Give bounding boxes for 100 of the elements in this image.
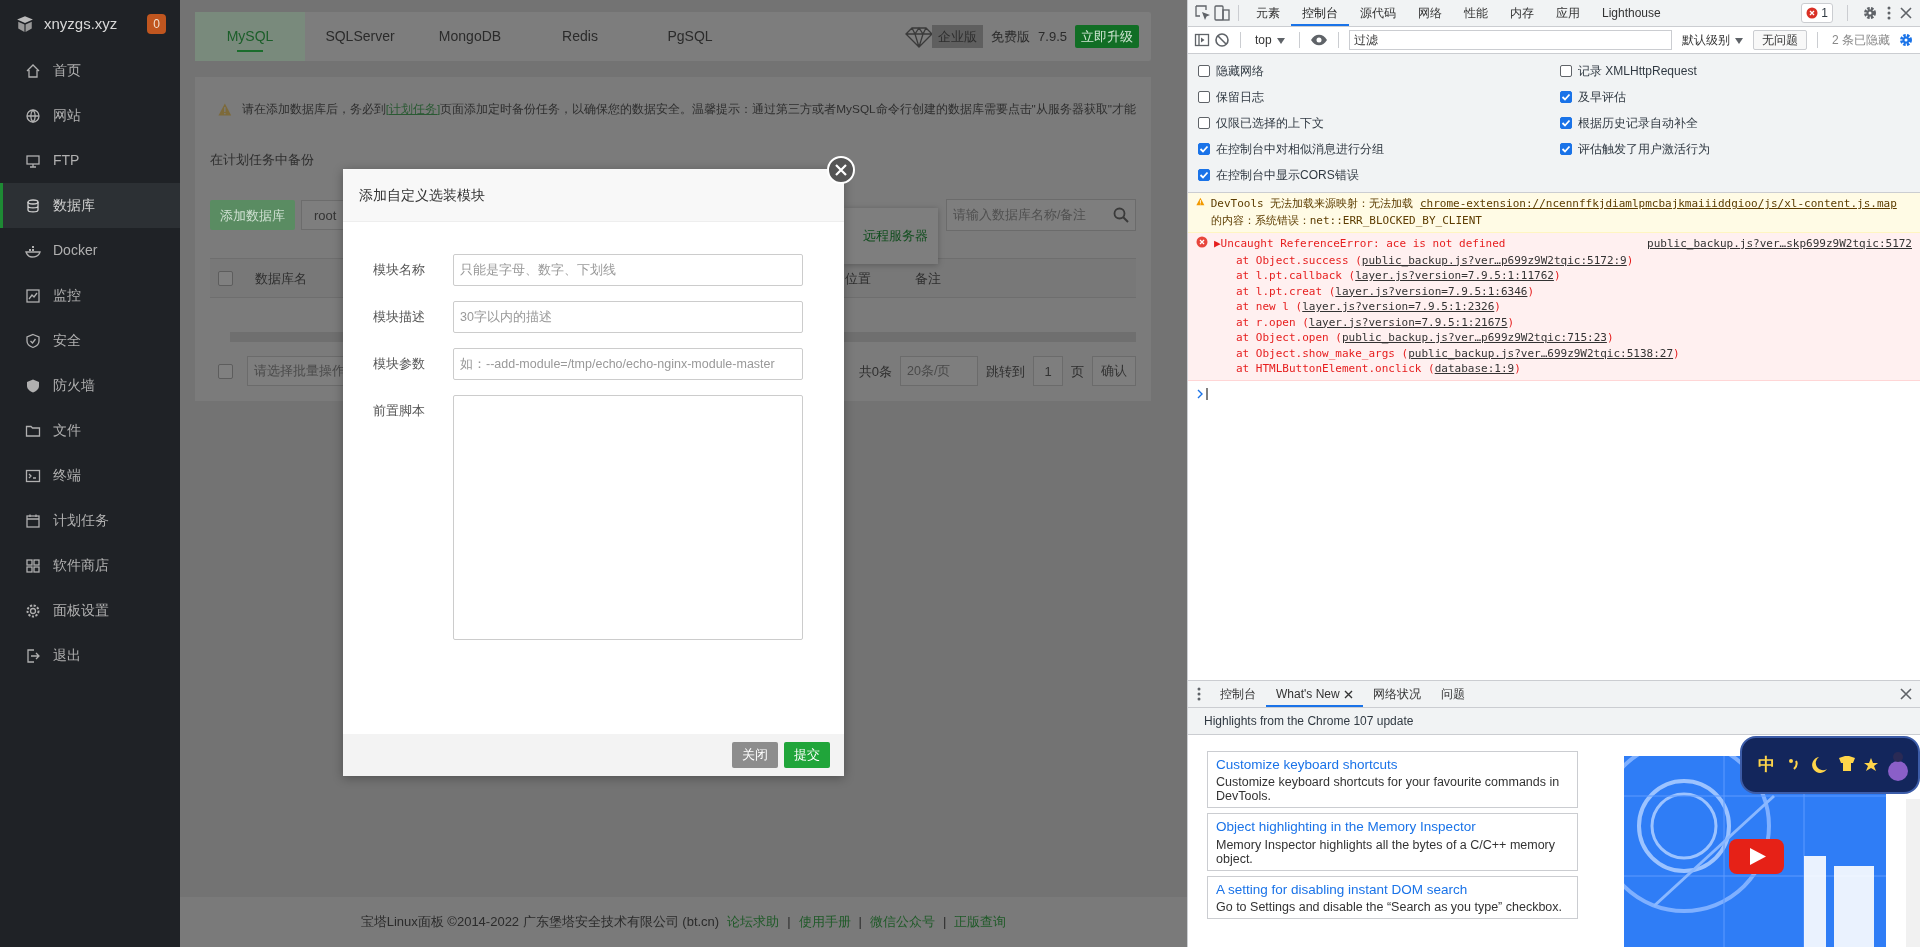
backup-label: 在计划任务中备份 bbox=[210, 152, 314, 167]
close-icon[interactable] bbox=[1343, 689, 1353, 699]
feature-link[interactable]: A setting for disabling instant DOM search bbox=[1216, 879, 1569, 900]
checkbox-label: 在控制台中显示CORS错误 bbox=[1216, 167, 1359, 184]
issues-button[interactable]: 无问题 bbox=[1753, 30, 1807, 50]
monitor-icon bbox=[25, 152, 41, 169]
source-link[interactable]: public_backup.js?ver…699z9W2tqic:5138:27 bbox=[1408, 346, 1674, 360]
sidebar-item[interactable]: 面板设置 bbox=[0, 588, 180, 633]
stack-line: at l.pt.callback (layer.js?version=7.9.5:1:11762) bbox=[1235, 268, 1562, 284]
database-tab[interactable]: PgSQL bbox=[635, 12, 745, 61]
sidebar-item[interactable]: FTP bbox=[0, 138, 180, 183]
source-link[interactable]: public_backup.js?ver…skp699z9W2tqic:5172 bbox=[1647, 236, 1912, 253]
select-all-checkbox[interactable] bbox=[218, 270, 233, 286]
clear-icon[interactable] bbox=[1214, 32, 1230, 48]
source-link[interactable]: layer.js?version=7.9.5:1:6346 bbox=[1335, 284, 1528, 298]
field-label: 前置脚本 bbox=[372, 402, 426, 420]
source-link[interactable]: layer.js?version=7.9.5:1:11762 bbox=[1355, 269, 1554, 282]
inspect-icon[interactable] bbox=[1194, 4, 1212, 22]
settings-icon[interactable] bbox=[1862, 5, 1878, 21]
input-field[interactable]: 只能是字母、数字、下划线 bbox=[453, 254, 803, 286]
checkbox[interactable] bbox=[1560, 143, 1572, 155]
source-link[interactable]: database:1:9 bbox=[1434, 362, 1515, 375]
sidebar-item[interactable]: 终端 bbox=[0, 453, 180, 498]
error-count: 1 bbox=[1821, 5, 1828, 22]
checkbox-label: 根据历史记录自动补全 bbox=[1578, 115, 1698, 132]
devtools-tab[interactable]: 内存 bbox=[1499, 0, 1545, 26]
drawer-tab[interactable]: 控制台 bbox=[1210, 681, 1266, 707]
feature-link[interactable]: Object highlighting in the Memory Inspector bbox=[1216, 817, 1569, 838]
sidebar-item[interactable]: 首页 bbox=[0, 48, 180, 93]
prompt-icon[interactable] bbox=[1196, 388, 1210, 401]
database-tab[interactable]: MongoDB bbox=[415, 12, 525, 61]
sidebar-item[interactable]: 防火墙 bbox=[0, 363, 180, 408]
input-field[interactable]: 30字以内的描述 bbox=[453, 301, 803, 333]
logo-icon bbox=[16, 15, 34, 33]
sidebar-item[interactable]: 监控 bbox=[0, 273, 180, 318]
sidebar-item[interactable]: 数据库 bbox=[0, 183, 180, 228]
source-link[interactable]: public_backup.js?ver…p699z9W2tqic:715:23 bbox=[1341, 331, 1607, 344]
checkbox[interactable] bbox=[1560, 65, 1572, 77]
devtools-tab[interactable]: 应用 bbox=[1545, 0, 1591, 26]
dialog-title: 添加自定义选装模块 bbox=[359, 185, 485, 205]
close-icon[interactable] bbox=[1900, 7, 1912, 19]
devtools-tab[interactable]: 控制台 bbox=[1291, 0, 1349, 26]
devtools-tab[interactable]: 元素 bbox=[1245, 0, 1291, 26]
database-tab[interactable]: SQLServer bbox=[305, 12, 415, 61]
warning-icon bbox=[218, 103, 232, 117]
checkbox[interactable] bbox=[1560, 117, 1572, 129]
grid-icon bbox=[25, 557, 41, 574]
sidebar-item[interactable]: 网站 bbox=[0, 93, 180, 138]
sidebar-item[interactable]: 安全 bbox=[0, 318, 180, 363]
jump-label: 跳转到 bbox=[986, 362, 1025, 381]
source-link[interactable]: layer.js?version=7.9.5:1:2326 bbox=[1302, 300, 1495, 313]
sidebar-item[interactable]: 文件 bbox=[0, 408, 180, 453]
database-icon bbox=[25, 197, 41, 214]
devtools-tab[interactable]: 网络 bbox=[1407, 0, 1453, 26]
devtools-tab[interactable]: 源代码 bbox=[1349, 0, 1407, 26]
source-link[interactable]: layer.js?version=7.9.5:1:21675 bbox=[1308, 315, 1508, 329]
eye-icon[interactable] bbox=[1309, 34, 1328, 46]
drawer-tab[interactable]: 问题 bbox=[1430, 681, 1475, 707]
site-name: xnyzgs.xyz bbox=[44, 13, 118, 34]
page-unit: 页 bbox=[1071, 362, 1084, 381]
sidebar-item[interactable]: 退出 bbox=[0, 633, 180, 678]
diamond-icon bbox=[904, 25, 935, 48]
checkbox[interactable] bbox=[1560, 91, 1572, 103]
close-icon[interactable] bbox=[1900, 688, 1912, 700]
level-select[interactable]: 默认级别 bbox=[1676, 30, 1749, 50]
more-icon[interactable] bbox=[1886, 5, 1892, 21]
checkbox-label: 评估触发了用户激活行为 bbox=[1578, 141, 1710, 158]
upgrade-button[interactable]: 立即升级 bbox=[1075, 24, 1139, 49]
settings-icon[interactable] bbox=[1898, 32, 1914, 48]
drawer-tab[interactable]: What's New bbox=[1266, 681, 1363, 707]
sidebar-item[interactable]: Docker bbox=[0, 228, 180, 273]
checkbox[interactable] bbox=[1198, 91, 1210, 103]
globe-icon bbox=[25, 107, 41, 124]
devtools-tab[interactable]: 性能 bbox=[1453, 0, 1499, 26]
row-checkbox[interactable] bbox=[218, 363, 233, 379]
database-tab[interactable]: Redis bbox=[525, 12, 635, 61]
checkbox[interactable] bbox=[1198, 169, 1210, 181]
sidebar-icon[interactable] bbox=[1194, 32, 1210, 48]
checkbox[interactable] bbox=[1198, 143, 1210, 155]
error-count-button[interactable]: 1 bbox=[1801, 3, 1833, 23]
separator: | bbox=[858, 913, 862, 932]
devtools-tab[interactable]: Lighthouse bbox=[1591, 0, 1672, 26]
checkbox-label: 保留日志 bbox=[1216, 89, 1264, 106]
input-mode-button[interactable]: 中 bbox=[1758, 752, 1775, 778]
device-icon[interactable] bbox=[1212, 4, 1232, 22]
checkbox[interactable] bbox=[1198, 65, 1210, 77]
context-select[interactable]: top bbox=[1251, 31, 1289, 49]
source-link[interactable]: chrome-extension://ncennffkjdiamlpmcbajkmaiiiddgioo/js/xl-content.js.map bbox=[1419, 197, 1897, 210]
terminal-icon bbox=[25, 467, 41, 484]
more-icon[interactable] bbox=[1196, 686, 1202, 702]
feature-link[interactable]: Customize keyboard shortcuts bbox=[1216, 755, 1569, 776]
checkbox[interactable] bbox=[1198, 117, 1210, 129]
source-link[interactable]: public_backup.js?ver…p699z9W2tqic:5172:9 bbox=[1361, 253, 1627, 267]
count-badge: 0 bbox=[147, 14, 166, 34]
input-field[interactable]: 如：--add-module=/tmp/echo/echo-nginx-module-master bbox=[453, 348, 803, 380]
sidebar-item[interactable]: 软件商店 bbox=[0, 543, 180, 588]
version-label: 7.9.5 bbox=[1038, 27, 1067, 46]
sidebar-item[interactable]: 计划任务 bbox=[0, 498, 180, 543]
drawer-tab[interactable]: 网络状况 bbox=[1362, 681, 1431, 707]
filter-field[interactable]: 过滤 bbox=[1348, 30, 1672, 50]
